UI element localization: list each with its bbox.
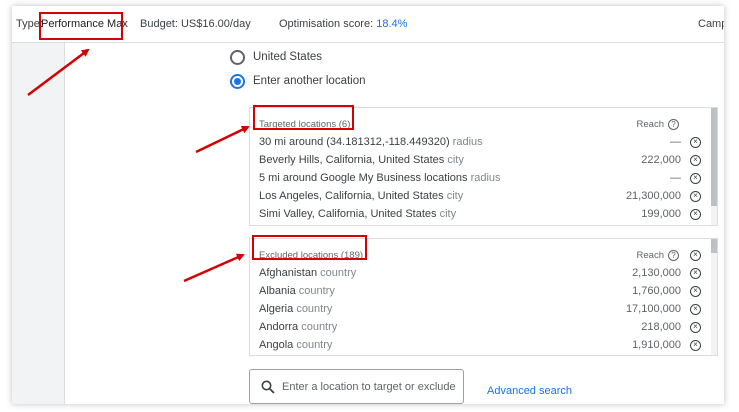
location-search-input[interactable]: Enter a location to target or exclude xyxy=(249,369,464,404)
location-name: Simi Valley, California, United States xyxy=(259,208,437,220)
optimisation-score: Optimisation score: 18.4% xyxy=(279,18,407,30)
locations-section: United States Enter another location Tar… xyxy=(65,43,724,404)
remove-all-excluded-icon[interactable]: × xyxy=(690,250,701,261)
location-reach: 222,000 xyxy=(641,154,681,166)
scrollbar-thumb[interactable] xyxy=(711,239,717,253)
location-name: Los Angeles, California, United States xyxy=(259,190,444,202)
location-kind: radius xyxy=(470,172,501,184)
search-placeholder: Enter a location to target or exclude xyxy=(282,381,456,393)
targeted-scrollbar[interactable] xyxy=(711,108,717,225)
campaign-label-truncated: Camp xyxy=(698,18,724,30)
excluded-location-row: Afghanistan country 2,130,000 × xyxy=(259,265,703,283)
reach-label: Reach xyxy=(636,119,664,130)
annotation-highlight-targeted-title xyxy=(253,105,354,130)
help-icon[interactable]: ? xyxy=(668,119,679,130)
radio-option-enter-another-location[interactable]: Enter another location xyxy=(230,72,366,90)
advanced-search-link[interactable]: Advanced search xyxy=(487,385,572,397)
remove-location-icon[interactable]: × xyxy=(690,304,701,315)
targeted-location-row: 30 mi around (34.181312,-118.449320) rad… xyxy=(259,134,703,152)
remove-location-icon[interactable]: × xyxy=(690,209,701,220)
location-reach: — xyxy=(670,172,681,184)
targeted-location-row: 5 mi around Google My Business locations… xyxy=(259,170,703,188)
location-kind: country xyxy=(296,303,333,315)
location-kind: radius xyxy=(452,136,483,148)
excluded-scrollbar[interactable] xyxy=(711,239,717,355)
campaign-settings-window: Type: Performance Max Budget: US$16.00/d… xyxy=(12,6,724,404)
remove-location-icon[interactable]: × xyxy=(690,322,701,333)
scrollbar-thumb[interactable] xyxy=(711,108,717,206)
targeted-location-row: Los Angeles, California, United States c… xyxy=(259,188,703,206)
location-name: Algeria xyxy=(259,303,294,315)
location-name: Andorra xyxy=(259,321,299,333)
location-name: 30 mi around (34.181312,-118.449320) xyxy=(259,136,450,148)
optimisation-score-value[interactable]: 18.4% xyxy=(376,18,407,30)
radio-label: United States xyxy=(253,51,323,63)
location-reach: 199,000 xyxy=(641,208,681,220)
remove-location-icon[interactable]: × xyxy=(690,286,701,297)
location-name: Beverly Hills, California, United States xyxy=(259,154,445,166)
excluded-location-row: Angola country 1,910,000 × xyxy=(259,337,703,355)
optimisation-score-label: Optimisation score: xyxy=(279,18,374,30)
location-reach: 1,760,000 xyxy=(632,285,681,297)
remove-location-icon[interactable]: × xyxy=(690,340,701,351)
left-side-strip xyxy=(12,43,65,404)
reach-header: Reach ? xyxy=(637,250,679,261)
radio-label: Enter another location xyxy=(253,75,366,87)
reach-label: Reach xyxy=(636,250,664,261)
location-reach: 218,000 xyxy=(641,321,681,333)
radio-button[interactable] xyxy=(230,49,245,65)
annotation-highlight-campaign-type xyxy=(39,12,123,40)
excluded-location-row: Andorra country 218,000 × xyxy=(259,319,703,337)
targeted-location-row: Beverly Hills, California, United States… xyxy=(259,152,703,170)
excluded-location-row: Algeria country 17,100,000 × xyxy=(259,301,703,319)
location-reach: 2,130,000 xyxy=(632,267,681,279)
remove-location-icon[interactable]: × xyxy=(690,191,701,202)
location-kind: city xyxy=(439,208,457,220)
excluded-location-row: Albania country 1,760,000 × xyxy=(259,283,703,301)
targeted-location-row: Simi Valley, California, United States c… xyxy=(259,206,703,224)
location-kind: city xyxy=(447,154,464,166)
remove-location-icon[interactable]: × xyxy=(690,155,701,166)
remove-location-icon[interactable]: × xyxy=(690,173,701,184)
location-name: 5 mi around Google My Business locations xyxy=(259,172,468,184)
budget-text: Budget: US$16.00/day xyxy=(140,18,251,30)
location-reach: 21,300,000 xyxy=(625,190,681,202)
location-kind: country xyxy=(301,321,338,333)
search-icon xyxy=(261,380,275,394)
location-reach: — xyxy=(670,136,681,148)
radio-button-selected[interactable] xyxy=(230,73,245,89)
location-kind: country xyxy=(320,267,357,279)
location-name: Angola xyxy=(259,339,294,351)
location-reach: 17,100,000 xyxy=(625,303,681,315)
location-kind: city xyxy=(446,190,464,202)
radio-option-united-states[interactable]: United States xyxy=(230,48,322,66)
location-name: Albania xyxy=(259,285,296,297)
location-kind: country xyxy=(296,339,333,351)
location-reach: 1,910,000 xyxy=(632,339,681,351)
remove-location-icon[interactable]: × xyxy=(690,137,701,148)
reach-header: Reach ? xyxy=(637,119,679,130)
location-name: Afghanistan xyxy=(259,267,318,279)
remove-location-icon[interactable]: × xyxy=(690,268,701,279)
annotation-highlight-excluded-title xyxy=(252,235,367,260)
location-kind: country xyxy=(298,285,335,297)
help-icon[interactable]: ? xyxy=(668,250,679,261)
